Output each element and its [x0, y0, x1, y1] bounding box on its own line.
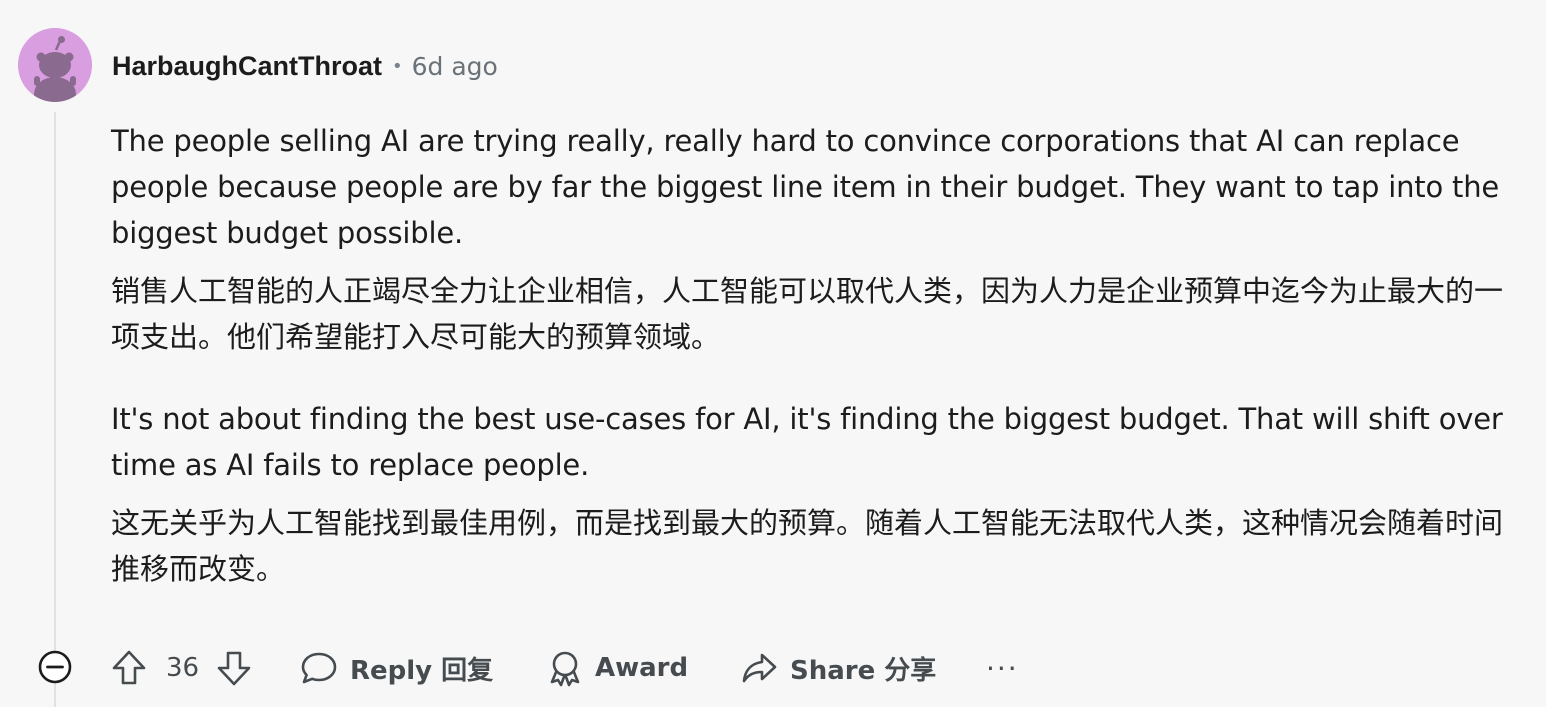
share-arrow-icon [742, 653, 777, 683]
collapse-thread-button[interactable] [37, 649, 73, 685]
meta-separator: • [392, 55, 403, 77]
paragraph-zh-1: 销售人工智能的人正竭尽全力让企业相信，人工智能可以取代人类，因为人力是企业预算中… [111, 274, 1504, 354]
share-label: Share 分享 [790, 655, 937, 686]
paragraph-zh-2: 这无关乎为人工智能找到最佳用例，而是找到最大的预算。随着人工智能无法取代人类，这… [111, 506, 1504, 586]
comment-header: HarbaughCantThroat • 6d ago [112, 46, 498, 86]
arrow-up-icon [112, 650, 146, 685]
reply-button[interactable]: Reply 回复 [300, 646, 493, 690]
more-options-button[interactable]: ··· [986, 646, 1019, 690]
comment-action-bar: 36 Reply 回复 Award Share 分享 ··· [0, 640, 1546, 696]
vote-count: 36 [166, 653, 200, 683]
paragraph-en-1: The people selling AI are trying really,… [111, 124, 1500, 250]
award-ribbon-icon [550, 651, 580, 687]
comment-body: The people selling AI are trying really,… [111, 118, 1516, 592]
award-button[interactable]: Award [547, 646, 688, 690]
paragraph-en-2: It's not about finding the best use-case… [111, 402, 1503, 482]
reply-label: Reply 回复 [350, 655, 494, 686]
avatar[interactable] [18, 28, 92, 102]
timestamp[interactable]: 6d ago [412, 52, 498, 81]
minus-circle-icon [38, 650, 72, 684]
username-link[interactable]: HarbaughCantThroat [112, 51, 382, 82]
award-label: Award [595, 653, 689, 683]
upvote-button[interactable] [110, 648, 148, 688]
arrow-down-icon [217, 651, 251, 686]
speech-bubble-icon [301, 652, 337, 684]
share-button[interactable]: Share 分享 [740, 646, 936, 690]
thread-line[interactable] [54, 112, 56, 707]
reddit-snoo-avatar-icon [18, 28, 92, 102]
downvote-button[interactable] [215, 648, 253, 688]
vote-group: 36 [110, 646, 253, 690]
